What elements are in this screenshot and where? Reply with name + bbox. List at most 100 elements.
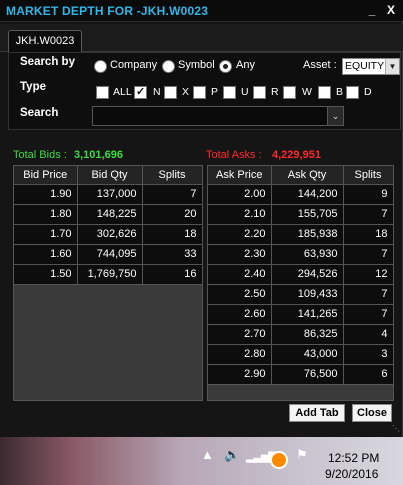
type-checkbox-u[interactable] [223,86,236,99]
type-label-u: U [241,86,249,98]
bid-qty-cell: 744,095 [77,244,143,265]
ask-price-cell: 2.30 [208,244,272,265]
ask-price-cell: 2.90 [208,364,272,385]
asset-select[interactable]: EQUITY ▼ [342,58,400,75]
type-label-x: X [182,86,190,98]
type-checkbox-r[interactable] [253,86,266,99]
bid-price-cell: 1.60 [14,244,78,265]
table-row[interactable]: 1.90 137,000 7 [14,184,203,205]
search-panel: Search by Company Symbol Any Asset : EQU… [8,52,401,130]
type-checkbox-w[interactable] [283,86,296,99]
table-row[interactable]: 2.60 141,265 7 [208,304,394,325]
tab-strip: JKH.W0023 [0,24,403,53]
ask-splits-cell: 9 [343,184,394,205]
ask-price-cell: 2.00 [208,184,272,205]
table-row[interactable]: 2.50 109,433 7 [208,284,394,305]
volume-icon[interactable]: 🔈 [224,447,240,463]
table-row[interactable]: 2.80 43,000 3 [208,344,394,365]
asset-value: EQUITY [345,60,385,72]
type-checkbox-x[interactable] [164,86,177,99]
table-row[interactable]: 1.50 1,769,750 16 [14,264,203,285]
type-checkbox-p[interactable] [193,86,206,99]
radio-any[interactable] [219,60,232,73]
ask-qty-cell: 144,200 [271,184,344,205]
radio-company-label: Company [110,59,158,71]
bid-header-splits[interactable]: Splits [142,166,203,185]
type-label-all: ALL [113,86,132,98]
type-label-b: B [336,86,344,98]
bid-price-cell: 1.80 [14,204,78,225]
tab-symbol[interactable]: JKH.W0023 [8,30,82,53]
ask-splits-cell: 12 [343,264,394,285]
ask-price-cell: 2.80 [208,344,272,365]
table-row[interactable]: 1.80 148,225 20 [14,204,203,225]
chevron-up-icon[interactable]: ▲ [201,447,214,462]
ask-qty-cell: 185,938 [271,224,344,245]
type-checkbox-b[interactable] [318,86,331,99]
table-row[interactable]: 2.30 63,930 7 [208,244,394,265]
table-row[interactable]: 1.60 744,095 33 [14,244,203,265]
type-label-r: R [271,86,279,98]
table-row[interactable]: 2.00 144,200 9 [208,184,394,205]
radio-symbol[interactable] [162,60,175,73]
type-checkbox-n[interactable] [134,85,147,99]
close-window-button[interactable]: X [384,3,398,17]
bid-price-cell: 1.90 [14,184,78,205]
bid-qty-cell: 137,000 [77,184,143,205]
ask-qty-cell: 109,433 [271,284,344,305]
totals-bar: Total Bids : 3,101,696 Total Asks : 4,22… [0,145,403,165]
table-row[interactable]: 2.70 86,325 4 [208,324,394,345]
radio-symbol-label: Symbol [178,59,215,71]
chevron-down-icon: ▼ [385,59,399,74]
table-row[interactable]: 2.90 76,500 6 [208,364,394,385]
ask-header-qty[interactable]: Ask Qty [271,166,344,185]
bid-splits-cell: 16 [142,264,203,285]
type-checkbox-d[interactable] [346,86,359,99]
market-depth-window: MARKET DEPTH FOR -JKH.W0023 _ X JKH.W002… [0,0,403,437]
total-asks-value: 4,229,951 [272,149,321,161]
close-button[interactable]: Close [352,404,392,422]
ask-header-row: Ask Price Ask Qty Splits [208,166,394,185]
ask-price-cell: 2.70 [208,324,272,345]
resize-grip-icon[interactable]: ⋱ [392,424,402,434]
minimize-button[interactable]: _ [365,3,379,17]
type-label-w: W [302,86,312,98]
bid-header-qty[interactable]: Bid Qty [77,166,143,185]
ask-header-splits[interactable]: Splits [343,166,394,185]
radio-company[interactable] [94,60,107,73]
flag-icon[interactable]: ⚑ [296,447,308,463]
ask-splits-cell: 4 [343,324,394,345]
title-bar[interactable]: MARKET DEPTH FOR -JKH.W0023 _ X [0,0,403,22]
ask-price-cell: 2.60 [208,304,272,325]
bid-qty-cell: 148,225 [77,204,143,225]
bid-header-row: Bid Price Bid Qty Splits [14,166,203,185]
ask-qty-cell: 76,500 [271,364,344,385]
bid-header-price[interactable]: Bid Price [14,166,78,185]
table-row[interactable]: 2.10 155,705 7 [208,204,394,225]
table-row[interactable]: 2.40 294,526 12 [208,264,394,285]
ask-header-price[interactable]: Ask Price [208,166,272,185]
search-combo[interactable]: ⌄ [92,106,344,126]
table-row[interactable]: 1.70 302,626 18 [14,224,203,245]
bid-table: Bid Price Bid Qty Splits 1.90 137,000 7 … [14,166,203,285]
search-by-label: Search by [20,56,75,68]
asset-label: Asset : [303,59,337,71]
table-row[interactable]: 2.20 185,938 18 [208,224,394,245]
add-tab-button[interactable]: Add Tab [289,404,345,422]
bid-price-cell: 1.70 [14,224,78,245]
total-bids-value: 3,101,696 [74,149,123,161]
ask-qty-cell: 43,000 [271,344,344,365]
clock-date[interactable]: 9/20/2016 [325,467,378,481]
bid-qty-cell: 302,626 [77,224,143,245]
bid-splits-cell: 20 [142,204,203,225]
type-label-d: D [364,86,372,98]
ask-qty-cell: 141,265 [271,304,344,325]
radio-any-label: Any [236,59,255,71]
ask-price-cell: 2.10 [208,204,272,225]
chevron-down-icon[interactable]: ⌄ [327,107,343,125]
type-checkbox-all[interactable] [96,86,109,99]
app-tray-icon[interactable] [270,451,288,469]
clock-time[interactable]: 12:52 PM [328,451,379,465]
total-asks-label: Total Asks : [206,149,262,161]
ask-splits-cell: 7 [343,304,394,325]
